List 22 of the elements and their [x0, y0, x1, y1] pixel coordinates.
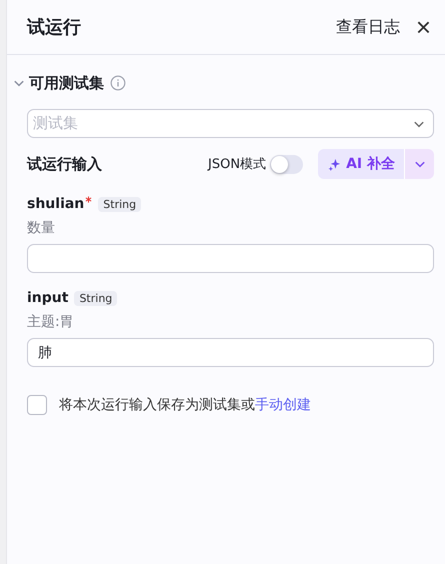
close-button[interactable]: × [414, 16, 433, 38]
dropdown-button[interactable] [404, 149, 434, 179]
toggle-label: JSON模式 [208, 156, 266, 173]
type-tag: String [98, 196, 142, 212]
section-label: 试运行输入 [27, 154, 103, 174]
save-checkbox[interactable] [27, 395, 47, 415]
input-field[interactable] [27, 244, 434, 273]
view-log-link[interactable]: 查看日志 [336, 16, 400, 38]
ai-complete-button[interactable]: AI 补全 [318, 149, 404, 179]
type-tag: String [74, 290, 118, 306]
sparkle-icon [328, 158, 342, 170]
input-field[interactable]: 肺 [27, 338, 434, 367]
manual-create-link[interactable]: 手动创建 [255, 397, 311, 413]
field-name: shulian [27, 196, 84, 212]
section-label: 可用测试集 [29, 74, 104, 92]
save-option-text: 将本次运行输入保存为测试集或手动创建 [59, 396, 311, 414]
field-name: input [27, 290, 68, 306]
field-description: 数量 [27, 219, 56, 238]
field-description: 主题:胃 [27, 313, 75, 332]
info-icon[interactable] [110, 75, 126, 91]
panel-title: 试运行 [27, 16, 82, 39]
json-mode-toggle[interactable] [270, 154, 304, 174]
